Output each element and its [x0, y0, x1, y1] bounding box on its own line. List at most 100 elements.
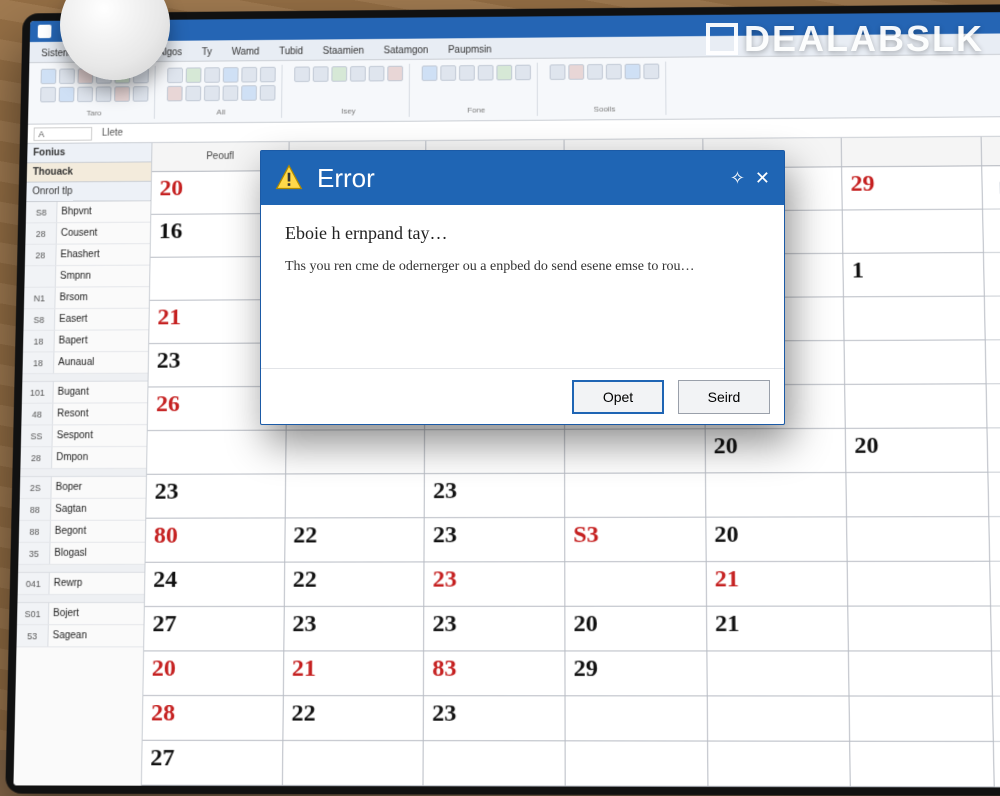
ribbon-icon[interactable] — [515, 65, 531, 81]
icon-cell[interactable] — [988, 428, 1000, 472]
sidebar-row[interactable]: N1Brsom — [24, 287, 149, 309]
calendar-cell[interactable] — [851, 742, 994, 788]
ribbon-icon[interactable] — [204, 67, 220, 83]
calendar-cell[interactable]: 22 — [284, 562, 423, 607]
calendar-cell[interactable]: 29 — [565, 651, 706, 696]
calendar-cell[interactable]: 23 — [425, 474, 564, 518]
calendar-cell[interactable] — [286, 430, 425, 474]
dialog-close-icon[interactable]: ✕ — [755, 168, 770, 189]
ribbon-icon[interactable] — [204, 86, 220, 102]
calendar-cell[interactable]: 23 — [425, 518, 564, 563]
sidebar-row[interactable]: 101Bugant — [22, 382, 148, 404]
icon-cell[interactable] — [985, 296, 1000, 340]
ribbon-icon[interactable] — [59, 68, 75, 83]
calendar-cell[interactable] — [844, 297, 984, 341]
dialog-primary-button[interactable]: Opet — [572, 380, 664, 414]
calendar-cell[interactable]: 21 — [707, 607, 849, 652]
ribbon-icon[interactable] — [313, 66, 329, 82]
calendar-cell[interactable] — [566, 741, 707, 786]
icon-cell[interactable] — [987, 384, 1000, 428]
ribbon-icon[interactable] — [643, 64, 659, 80]
icon-cell[interactable] — [994, 742, 1000, 788]
ribbon-icon[interactable] — [260, 85, 276, 101]
ribbon-icon[interactable] — [185, 86, 201, 102]
ribbon-icon[interactable] — [40, 87, 56, 103]
icon-cell[interactable] — [988, 473, 1000, 518]
sidebar-row[interactable]: 48Resont — [21, 403, 147, 425]
calendar-cell[interactable]: 80 — [146, 518, 285, 562]
calendar-cell[interactable]: 27 — [142, 741, 282, 786]
calendar-cell[interactable] — [848, 562, 990, 607]
ribbon-icon[interactable] — [41, 69, 57, 84]
ribbon-icon[interactable] — [478, 65, 494, 81]
icon-cell[interactable] — [983, 209, 1000, 253]
calendar-cell[interactable] — [565, 473, 705, 518]
calendar-cell[interactable]: 20 — [706, 517, 847, 562]
icon-cell[interactable] — [990, 562, 1000, 607]
sidebar-row[interactable]: S8Bhpvnt — [26, 201, 151, 223]
cell-reference[interactable]: A — [33, 127, 92, 141]
calendar-cell[interactable]: 21 — [706, 562, 847, 607]
ribbon-icon[interactable] — [369, 66, 385, 82]
sidebar-row[interactable]: S8Easert — [23, 309, 148, 331]
calendar-cell[interactable]: 23 — [424, 696, 565, 741]
calendar-cell[interactable]: 83 — [424, 651, 564, 696]
calendar-cell[interactable] — [565, 562, 705, 607]
ribbon-icon[interactable] — [422, 65, 438, 81]
ribbon-icon[interactable] — [625, 64, 641, 80]
calendar-cell[interactable] — [707, 651, 849, 696]
sidebar-row[interactable]: 18Aunaual — [22, 352, 148, 374]
ribbon-icon[interactable] — [114, 86, 130, 102]
calendar-cell[interactable] — [849, 651, 992, 696]
calendar-cell[interactable] — [285, 474, 424, 518]
sidebar-row[interactable]: 18Bapert — [23, 330, 148, 352]
menu-item[interactable]: Ty — [196, 44, 218, 61]
ribbon-icon[interactable] — [133, 86, 149, 102]
sidebar-row[interactable]: 88Sagtan — [19, 499, 145, 521]
calendar-cell[interactable]: 20 — [143, 651, 283, 696]
sidebar-row[interactable]: 53Sagean — [16, 625, 143, 647]
calendar-cell[interactable] — [147, 431, 285, 475]
ribbon-icon[interactable] — [167, 86, 183, 102]
icon-cell[interactable] — [984, 253, 1000, 297]
calendar-cell[interactable]: S3 — [565, 518, 705, 563]
calendar-cell[interactable] — [566, 696, 707, 741]
sidebar-row[interactable]: Smpnn — [24, 266, 149, 288]
calendar-cell[interactable]: 1 — [844, 253, 984, 297]
ribbon-icon[interactable] — [223, 85, 239, 101]
ribbon-icon[interactable] — [387, 66, 403, 82]
calendar-cell[interactable]: 27 — [144, 607, 283, 652]
menu-item[interactable]: Tubid — [273, 43, 309, 60]
calendar-cell[interactable]: 20 — [705, 429, 845, 474]
calendar-cell[interactable] — [283, 741, 423, 786]
menu-item[interactable]: Paupmsin — [442, 42, 498, 59]
ribbon-icon[interactable] — [587, 64, 603, 80]
ribbon-icon[interactable] — [241, 85, 257, 101]
sidebar-row[interactable]: 041Rewrp — [18, 573, 145, 595]
ribbon-icon[interactable] — [606, 64, 622, 80]
calendar-cell[interactable] — [565, 429, 705, 473]
sidebar-row[interactable]: S01Bojert — [17, 603, 144, 625]
calendar-cell[interactable] — [847, 473, 989, 518]
sidebar-row[interactable]: 28Dmpon — [20, 447, 146, 469]
calendar-cell[interactable] — [847, 517, 989, 562]
sidebar-row[interactable]: 28Ehashert — [25, 244, 150, 266]
calendar-cell[interactable] — [708, 742, 850, 788]
sidebar-row[interactable]: 2SBoper — [20, 477, 146, 499]
ribbon-icon[interactable] — [496, 65, 512, 81]
sidebar-row[interactable]: 35Blogasl — [18, 543, 145, 565]
calendar-cell[interactable]: 23 — [146, 474, 285, 518]
calendar-cell[interactable]: 21 — [284, 651, 424, 696]
ribbon-icon[interactable] — [77, 87, 93, 103]
calendar-cell[interactable] — [850, 697, 993, 742]
icon-cell[interactable] — [986, 340, 1000, 384]
ribbon-icon[interactable] — [260, 67, 276, 83]
calendar-cell[interactable] — [706, 473, 847, 518]
sidebar-row[interactable]: 88Begont — [19, 521, 145, 543]
icon-cell[interactable] — [993, 697, 1000, 742]
ribbon-icon[interactable] — [59, 87, 75, 103]
ribbon-icon[interactable] — [241, 67, 257, 83]
sidebar-row[interactable]: 28Cousent — [25, 223, 150, 245]
icon-cell[interactable] — [992, 651, 1000, 696]
calendar-cell[interactable] — [425, 430, 564, 474]
